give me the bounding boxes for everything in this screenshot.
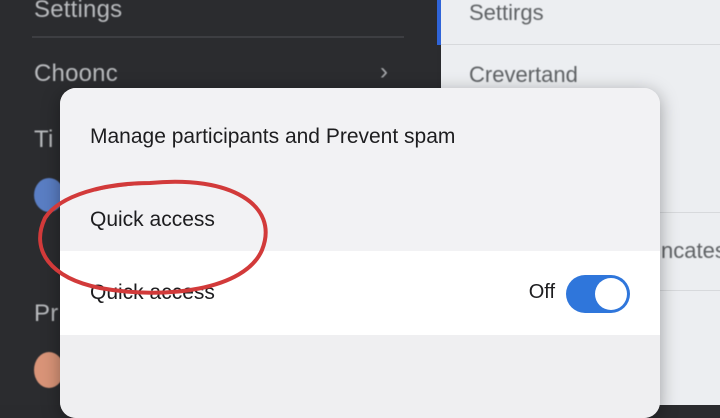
quick-access-toggle[interactable] <box>566 275 630 313</box>
quick-access-toggle-label: Quick access <box>90 281 215 304</box>
panel-item-crevertand[interactable]: Crevertand <box>469 62 578 88</box>
chevron-right-icon: › <box>380 58 388 85</box>
panel-divider <box>441 44 720 45</box>
quick-access-item[interactable]: Quick access <box>90 208 215 232</box>
sidebar-item-settings[interactable]: Settings <box>34 0 122 24</box>
sidebar-item-pr[interactable]: Pr <box>34 300 58 328</box>
panel-item-settings[interactable]: Settirgs <box>469 0 544 26</box>
options-sheet: Manage participants and Prevent spam Qui… <box>60 88 660 418</box>
toggle-knob <box>595 278 627 310</box>
quick-access-toggle-row[interactable]: Quick access Off <box>60 251 660 335</box>
sidebar-item-ti[interactable]: Ti <box>34 126 54 154</box>
sidebar-item-choonc[interactable]: Choonc <box>34 60 118 88</box>
sidebar-divider <box>32 36 404 38</box>
manage-participants-item[interactable]: Manage participants and Prevent spam <box>90 125 455 149</box>
sheet-header-area: Manage participants and Prevent spam Qui… <box>60 88 660 251</box>
toggle-state-label: Off <box>528 281 555 303</box>
panel-item-ncates[interactable]: ncates <box>661 238 720 264</box>
sheet-empty-area <box>60 335 660 418</box>
